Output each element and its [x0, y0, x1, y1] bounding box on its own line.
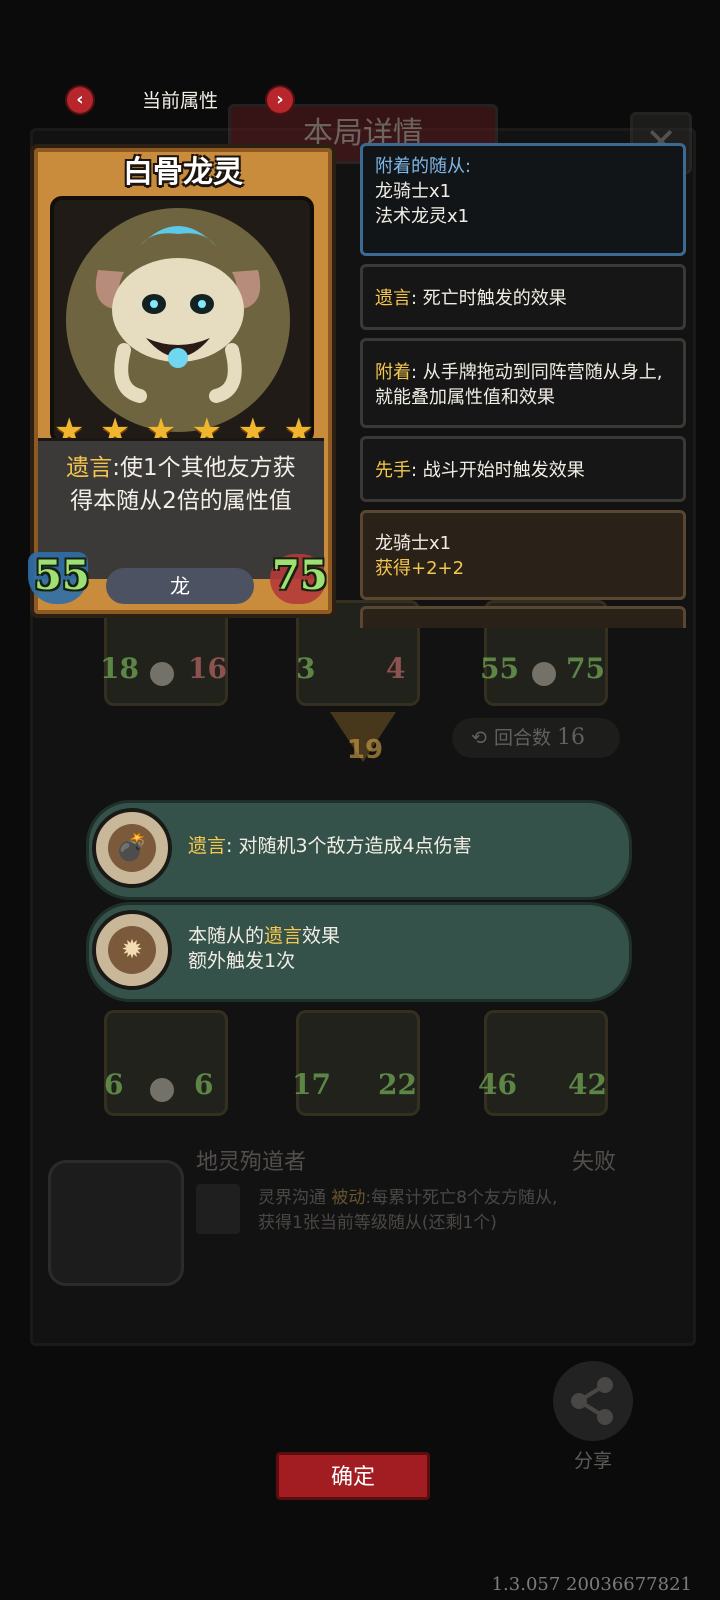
- minion-health: 4: [386, 652, 406, 685]
- card-description: 遗言:使1个其他友方获得本随从2倍的属性值: [58, 452, 304, 518]
- dragon-rider-panel: 龙骑士x1 获得+2+2: [360, 510, 686, 600]
- attached-item: 龙骑士x1: [375, 181, 452, 202]
- round-counter: ⟲ 回合数 16: [452, 718, 620, 758]
- card-name: 白骨龙灵: [123, 155, 243, 190]
- card-attack: 55: [34, 552, 90, 599]
- first-strike-keyword: 先手: [375, 460, 411, 481]
- hero-power-type: 被动: [331, 1188, 366, 1208]
- ribbon-2-keyword: 遗言: [264, 925, 303, 947]
- ribbon-1-text: 遗言: 对随机3个敌方造成4点伤害: [188, 834, 472, 859]
- round-value: 16: [557, 725, 586, 750]
- minion-health: 6: [194, 1068, 214, 1101]
- version-text: 1.3.057 20036677821: [491, 1574, 692, 1595]
- minion-attack: 3: [296, 652, 316, 685]
- opponent-summary: 地灵殉道者 失败 灵界沟通 被动:每累计死亡8个友方随从, 获得1张当前等级随从…: [78, 1140, 638, 1290]
- share-label: 分享: [573, 1450, 612, 1472]
- attach-info-panel: 附着: 从手牌拖动到同阵营随从身上,就能叠加属性值和效果: [360, 338, 686, 428]
- refresh-icon: ⟲: [471, 727, 487, 749]
- hero-power-desc-2: 获得1张当前等级随从(还剩1个): [258, 1213, 497, 1233]
- skull-icon: [150, 1078, 174, 1102]
- match-result: 失败: [572, 1150, 617, 1175]
- prev-arrow-icon[interactable]: ‹: [67, 87, 93, 113]
- minion-attack: 17: [292, 1068, 331, 1101]
- minion-health: 42: [568, 1068, 607, 1101]
- round-badge: 19: [346, 735, 384, 765]
- deathrattle-info-panel: 遗言: 死亡时触发的效果: [360, 264, 686, 330]
- next-arrow-icon[interactable]: ›: [267, 87, 293, 113]
- hero-power-name: 灵界沟通: [258, 1188, 326, 1208]
- minion-health: 16: [188, 652, 227, 685]
- nav-title: 当前属性: [141, 90, 218, 112]
- hero-power-icon: [196, 1184, 240, 1234]
- minion-health: 75: [566, 652, 605, 685]
- next-info-panel-peek: [360, 606, 686, 628]
- dragon-rider-name: 龙骑士x1: [375, 533, 452, 554]
- ribbon-2-suffix: 效果: [302, 925, 341, 947]
- ribbon-1-keyword: 遗言: [188, 835, 227, 857]
- minion-attack: 6: [104, 1068, 124, 1101]
- share-button[interactable]: [553, 1361, 633, 1441]
- minion-health: 22: [378, 1068, 417, 1101]
- confirm-button[interactable]: 确定: [276, 1452, 430, 1500]
- bomb-icon: 💣: [92, 808, 172, 888]
- dragon-rider-effect: 获得+2+2: [375, 558, 465, 579]
- minion-attack: 18: [100, 652, 139, 685]
- attach-desc: : 从手牌拖动到同阵营随从身上,就能叠加属性值和效果: [375, 362, 663, 408]
- skull-icon: [150, 662, 174, 686]
- opponent-name: 地灵殉道者: [196, 1150, 307, 1175]
- hero-power-desc-1: :每累计死亡8个友方随从,: [365, 1188, 558, 1208]
- card-tribe: 龙: [106, 568, 254, 604]
- hero-power-text: 灵界沟通 被动:每累计死亡8个友方随从, 获得1张当前等级随从(还剩1个): [258, 1186, 638, 1236]
- share-icon: [571, 1377, 613, 1425]
- first-strike-info-panel: 先手: 战斗开始时触发效果: [360, 436, 686, 502]
- attach-keyword: 附着: [375, 362, 411, 383]
- ribbon-2-prefix: 本随从的: [188, 925, 265, 947]
- first-strike-desc: : 战斗开始时触发效果: [411, 460, 585, 481]
- ribbon-2-text: 本随从的遗言效果 额外触发1次: [188, 924, 340, 974]
- bone-dragon-icon: [66, 208, 290, 432]
- attached-title: 附着的随从:: [375, 156, 472, 177]
- skull-icon: [532, 662, 556, 686]
- card-desc-keyword: 遗言: [66, 455, 113, 481]
- minion-attack: 46: [478, 1068, 517, 1101]
- attached-minions-panel: 附着的随从: 龙骑士x1 法术龙灵x1: [360, 143, 686, 256]
- round-label: 回合数: [494, 727, 552, 749]
- card-artwork: [50, 196, 314, 444]
- sun-rune-icon: ✹: [92, 910, 172, 990]
- deathrattle-keyword: 遗言: [375, 288, 411, 309]
- ribbon-1-desc: : 对随机3个敌方造成4点伤害: [226, 835, 472, 857]
- deathrattle-desc: : 死亡时触发的效果: [411, 288, 567, 309]
- card-health: 75: [272, 552, 328, 599]
- minion-attack: 55: [480, 652, 519, 685]
- ribbon-2-line2: 额外触发1次: [188, 950, 296, 972]
- attached-item: 法术龙灵x1: [375, 206, 470, 227]
